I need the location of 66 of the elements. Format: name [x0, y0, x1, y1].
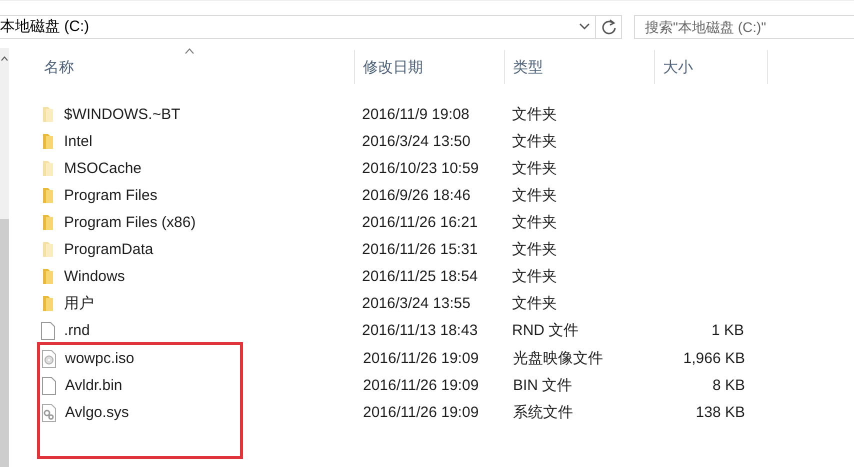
modified-date: 2016/11/26 16:21	[362, 214, 479, 231]
file-name[interactable]: Intel	[64, 133, 92, 150]
search-field[interactable]: 搜索"本地磁盘 (C:)"	[634, 14, 854, 38]
file-size: 1 KB	[710, 322, 744, 339]
modified-date: 2016/10/23 10:59	[362, 160, 480, 177]
folder-icon	[41, 241, 55, 258]
modified-date: 2016/11/9 19:08	[362, 106, 470, 123]
file-type: 文件夹	[512, 186, 558, 205]
file-name[interactable]: MSOCache	[64, 160, 142, 177]
column-header[interactable]: 大小	[655, 50, 768, 84]
file-name[interactable]: Windows	[64, 268, 125, 285]
file-icon	[41, 322, 55, 340]
modified-date: 2016/11/26 19:09	[363, 350, 480, 367]
file-icon	[42, 376, 56, 394]
file-size: 138 KB	[694, 404, 745, 421]
folder-icon	[41, 268, 55, 285]
modified-date: 2016/9/26 18:46	[362, 187, 472, 204]
modified-date: 2016/3/24 13:55	[362, 295, 472, 312]
file-type: BIN 文件	[513, 376, 574, 395]
disc-file-icon	[42, 350, 56, 368]
modified-date: 2016/11/26 19:09	[363, 404, 480, 421]
scrollbar-thumb[interactable]	[0, 219, 9, 467]
file-type: 文件夹	[512, 132, 558, 151]
file-name[interactable]: Program Files (x86)	[64, 214, 196, 231]
refresh-button[interactable]	[596, 14, 622, 38]
file-type: 文件夹	[512, 267, 558, 286]
modified-date: 2016/11/13 18:43	[362, 322, 479, 339]
file-type: 文件夹	[512, 105, 558, 124]
file-size: 1,966 KB	[682, 350, 745, 367]
file-name[interactable]: .rnd	[64, 322, 90, 339]
file-name[interactable]: $WINDOWS.~BT	[64, 106, 180, 123]
file-size: 8 KB	[711, 377, 745, 394]
file-type: 文件夹	[512, 159, 558, 178]
column-header[interactable]: 名称	[36, 50, 355, 84]
file-name[interactable]: ProgramData	[64, 241, 154, 258]
refresh-icon	[600, 18, 616, 34]
file-name[interactable]: Program Files	[64, 187, 158, 204]
column-header[interactable]: 修改日期	[355, 50, 505, 84]
address-path: 本地磁盘 (C:)	[0, 17, 90, 36]
file-name[interactable]: Avlgo.sys	[65, 404, 129, 421]
scrollbar[interactable]	[0, 48, 9, 467]
file-type: 系统文件	[513, 403, 574, 422]
sort-ascending-icon	[185, 48, 194, 54]
address-bar[interactable]: 本地磁盘 (C:)	[0, 14, 596, 38]
chevron-down-icon	[578, 23, 590, 30]
folder-icon	[41, 295, 55, 312]
folder-icon	[41, 160, 55, 177]
file-name[interactable]: wowpc.iso	[65, 350, 134, 367]
modified-date: 2016/3/24 13:50	[362, 133, 472, 150]
file-type: 文件夹	[512, 294, 558, 313]
file-name[interactable]: Avldr.bin	[65, 377, 122, 394]
file-type: 光盘映像文件	[513, 349, 604, 368]
folder-icon	[41, 214, 55, 231]
file-type: RND 文件	[512, 321, 580, 340]
gear-file-icon	[42, 404, 56, 422]
scroll-up-icon[interactable]	[1, 56, 8, 61]
modified-date: 2016/11/26 19:09	[363, 377, 480, 394]
file-name[interactable]: 用户	[64, 294, 94, 313]
folder-icon	[41, 187, 55, 204]
modified-date: 2016/11/26 15:31	[362, 241, 479, 258]
modified-date: 2016/11/25 18:54	[362, 268, 479, 285]
file-type: 文件夹	[512, 240, 558, 259]
column-header[interactable]: 类型	[505, 50, 655, 84]
folder-icon	[41, 106, 55, 123]
folder-icon	[41, 133, 55, 150]
file-type: 文件夹	[512, 213, 558, 232]
